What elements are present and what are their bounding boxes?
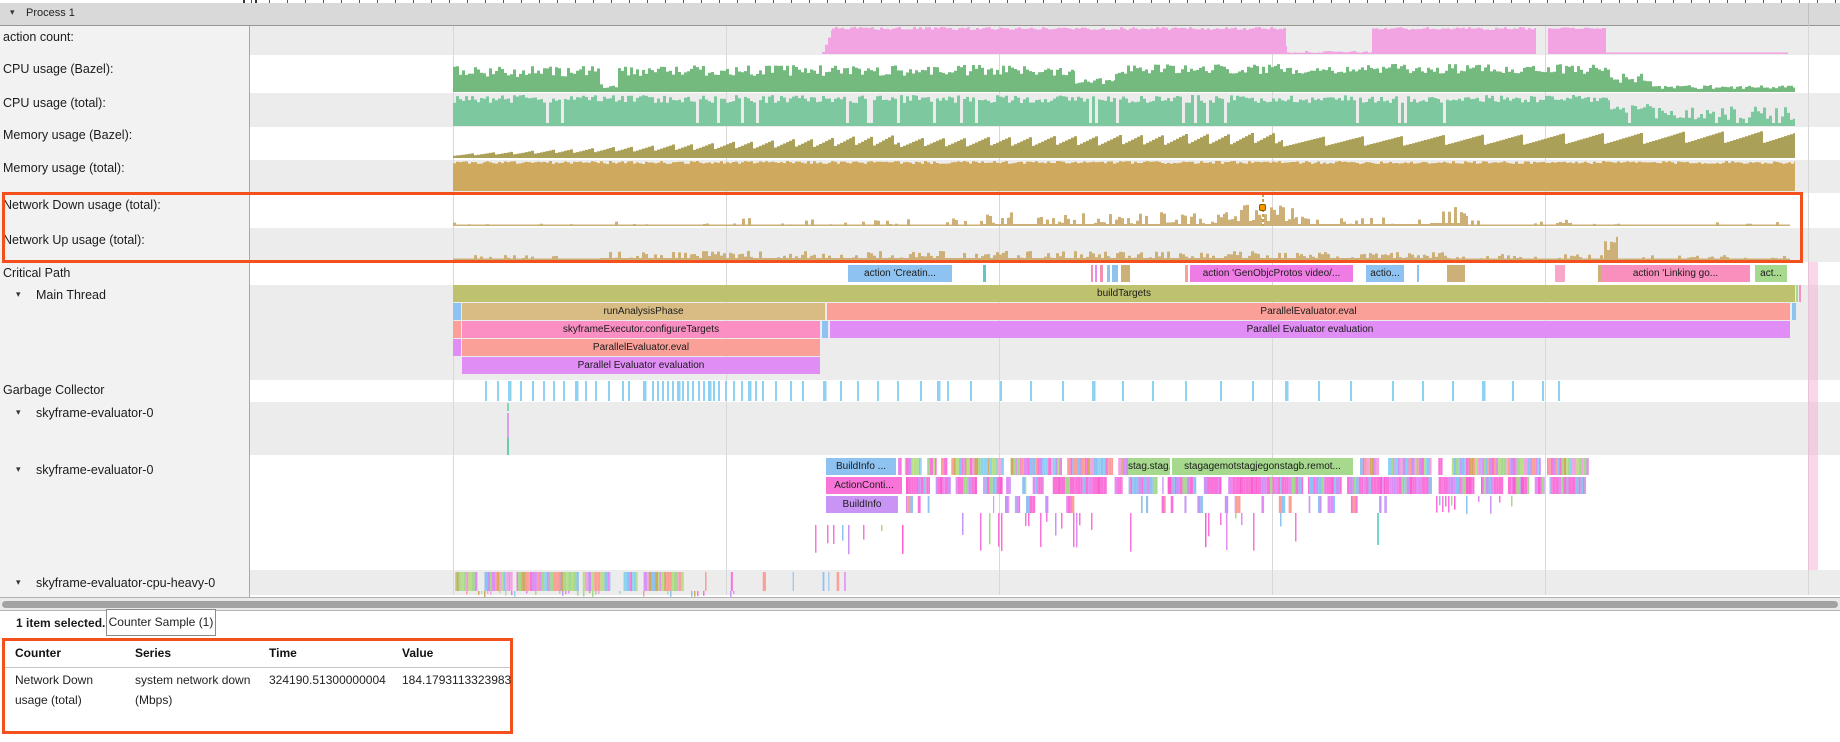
slice[interactable]: BuildInfo ... — [826, 458, 896, 475]
slice-tick[interactable] — [1799, 285, 1801, 302]
table-row: Network Down usage (total)system network… — [5, 670, 510, 710]
slice-tick[interactable] — [1095, 265, 1097, 282]
slice[interactable]: stag.stag... — [1128, 458, 1170, 475]
slice-tick[interactable] — [1091, 265, 1093, 282]
slice[interactable]: act... — [1755, 265, 1787, 282]
slice-tick[interactable] — [822, 321, 828, 338]
slice[interactable]: action 'Linking go... — [1601, 265, 1750, 282]
slice-tick[interactable] — [1112, 265, 1118, 282]
horizontal-scrollbar[interactable] — [0, 597, 1840, 611]
slice[interactable]: runAnalysisPhase — [462, 303, 825, 320]
selection-status: 1 item selected. — [16, 616, 105, 630]
selected-sample-marker[interactable] — [1259, 204, 1266, 211]
scrollbar-thumb[interactable] — [2, 601, 1838, 608]
slice[interactable]: action 'Creatin... — [848, 265, 952, 282]
cell-counter: Network Down usage (total) — [5, 670, 125, 710]
slice[interactable]: buildTargets — [453, 285, 1795, 302]
col-counter: Counter — [5, 641, 125, 666]
slice-tick[interactable] — [1555, 265, 1565, 282]
slice-tick[interactable] — [1792, 303, 1796, 320]
slice[interactable]: ParallelEvaluator.eval — [462, 339, 820, 356]
slice[interactable]: BuildInfo — [826, 496, 898, 513]
slice-tick[interactable] — [983, 265, 986, 282]
slice-tick[interactable] — [1417, 265, 1419, 282]
slice-tick[interactable] — [453, 339, 461, 356]
slice-tick[interactable] — [1185, 265, 1188, 282]
slice-tick[interactable] — [1447, 265, 1465, 282]
slice[interactable]: action 'GenObjcProtos video/... — [1190, 265, 1353, 282]
slice-tick[interactable] — [1100, 265, 1103, 282]
slice-tick[interactable] — [1796, 285, 1798, 302]
col-time: Time — [259, 641, 392, 666]
table-header: CounterSeriesTimeValue — [5, 641, 510, 668]
slice[interactable]: Parallel Evaluator evaluation — [830, 321, 1790, 338]
slice[interactable]: skyframeExecutor.configureTargets — [462, 321, 820, 338]
slice-tick[interactable] — [453, 303, 461, 320]
col-series: Series — [125, 641, 259, 666]
slice-tick[interactable] — [453, 321, 461, 338]
slice-tick[interactable] — [1107, 265, 1110, 282]
col-value: Value — [392, 641, 497, 666]
timeline-tracks[interactable]: action count:CPU usage (Bazel):CPU usage… — [0, 0, 1840, 597]
trace-viewer: ▾ Process 1 action count:CPU usage (Baze… — [0, 0, 1840, 742]
tab-counter-sample[interactable]: Counter Sample (1) — [106, 609, 216, 636]
cell-series: system network down (Mbps) — [125, 670, 259, 710]
cell-value: 184.1793113323983 — [392, 670, 497, 690]
slice[interactable]: stagagemotstagjegonstagb.remot... — [1172, 458, 1353, 475]
cell-time: 324190.51300000004 — [259, 670, 392, 690]
slice[interactable]: Parallel Evaluator evaluation — [462, 357, 820, 374]
slice-tick[interactable] — [1121, 265, 1130, 282]
slice[interactable]: ActionConti... — [826, 477, 902, 494]
slice[interactable]: actio... — [1366, 265, 1404, 282]
slice[interactable]: ParallelEvaluator.eval — [827, 303, 1790, 320]
counter-sample-table: CounterSeriesTimeValue Network Down usag… — [2, 638, 513, 734]
